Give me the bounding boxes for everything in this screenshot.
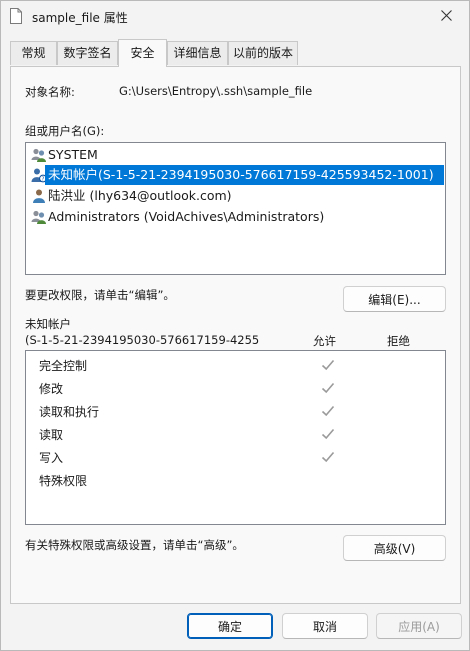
ok-button[interactable]: 确定	[187, 613, 273, 639]
close-icon	[440, 9, 452, 24]
permission-label: 完全控制	[39, 359, 88, 373]
checkmark-icon	[321, 381, 335, 395]
user-item-lu-hongye[interactable]: 陆洪业 (lhy634@outlook.com)	[27, 186, 444, 206]
object-name-label: 对象名称:	[25, 85, 75, 99]
permission-row-special: 特殊权限	[39, 469, 439, 491]
group-user-label: 组或用户名(G):	[25, 124, 105, 138]
user-item-system[interactable]: SYSTEM	[27, 145, 444, 165]
permissions-for-label: 未知帐户	[25, 317, 71, 331]
permission-label: 修改	[39, 382, 64, 396]
close-button[interactable]	[423, 1, 469, 32]
permission-label: 写入	[39, 451, 64, 465]
permissions-for-sid: (S-1-5-21-2394195030-576617159-4255	[25, 333, 259, 347]
object-name-value: G:\Users\Entropy\.ssh\sample_file	[119, 84, 313, 98]
user-item-label: Administrators (VoidAchives\Administrato…	[48, 209, 325, 224]
allow-header: 允许	[313, 334, 336, 348]
advanced-hint: 有关特殊权限或高级设置，请单击“高级”。	[25, 538, 244, 552]
checkmark-icon	[321, 427, 335, 441]
user-item-label: SYSTEM	[48, 147, 98, 162]
tab-details[interactable]: 详细信息	[167, 41, 228, 65]
edit-hint: 要更改权限，请单击“编辑”。	[25, 288, 175, 302]
permission-row-write: 写入	[39, 446, 439, 468]
security-panel: 对象名称: G:\Users\Entropy\.ssh\sample_file …	[10, 66, 461, 604]
checkmark-icon	[321, 450, 335, 464]
edit-button[interactable]: 编辑(E)...	[343, 286, 446, 312]
permission-row-read: 读取	[39, 423, 439, 445]
checkmark-icon	[321, 358, 335, 372]
advanced-button[interactable]: 高级(V)	[343, 535, 446, 561]
user-item-label: 未知帐户(S-1-5-21-2394195030-576617159-42559…	[45, 165, 444, 185]
user-item-administrators[interactable]: Administrators (VoidAchives\Administrato…	[27, 207, 444, 227]
apply-button[interactable]: 应用(A)	[376, 613, 462, 639]
permission-row-modify: 修改	[39, 377, 439, 399]
tab-digital-signatures[interactable]: 数字签名	[57, 41, 118, 65]
permission-row-full-control: 完全控制	[39, 354, 439, 376]
user-item-unknown-account[interactable]: ? 未知帐户(S-1-5-21-2394195030-576617159-425…	[27, 165, 444, 185]
window-title: sample_file 属性	[32, 11, 128, 25]
deny-header: 拒绝	[387, 334, 410, 348]
tab-general[interactable]: 常规	[10, 41, 57, 65]
document-icon	[10, 8, 22, 24]
checkmark-icon	[321, 404, 335, 418]
cancel-button[interactable]: 取消	[282, 613, 368, 639]
permission-row-read-execute: 读取和执行	[39, 400, 439, 422]
user-item-label: 陆洪业 (lhy634@outlook.com)	[48, 188, 232, 203]
tab-security[interactable]: 安全	[118, 39, 167, 67]
permission-label: 读取	[39, 428, 64, 442]
permissions-list[interactable]: 完全控制 修改 读取和执行 读取 写入 特殊权限	[25, 350, 446, 525]
title-bar: sample_file 属性	[1, 1, 469, 33]
permission-label: 特殊权限	[39, 474, 88, 488]
permission-label: 读取和执行	[39, 405, 100, 419]
user-list[interactable]: SYSTEM ? 未知帐户(S-1-5-21-2394195030-576617…	[25, 142, 446, 275]
properties-window: sample_file 属性 常规 数字签名 安全 详细信息 以前的版本 对象名…	[0, 0, 470, 651]
tab-previous-versions[interactable]: 以前的版本	[228, 41, 298, 65]
